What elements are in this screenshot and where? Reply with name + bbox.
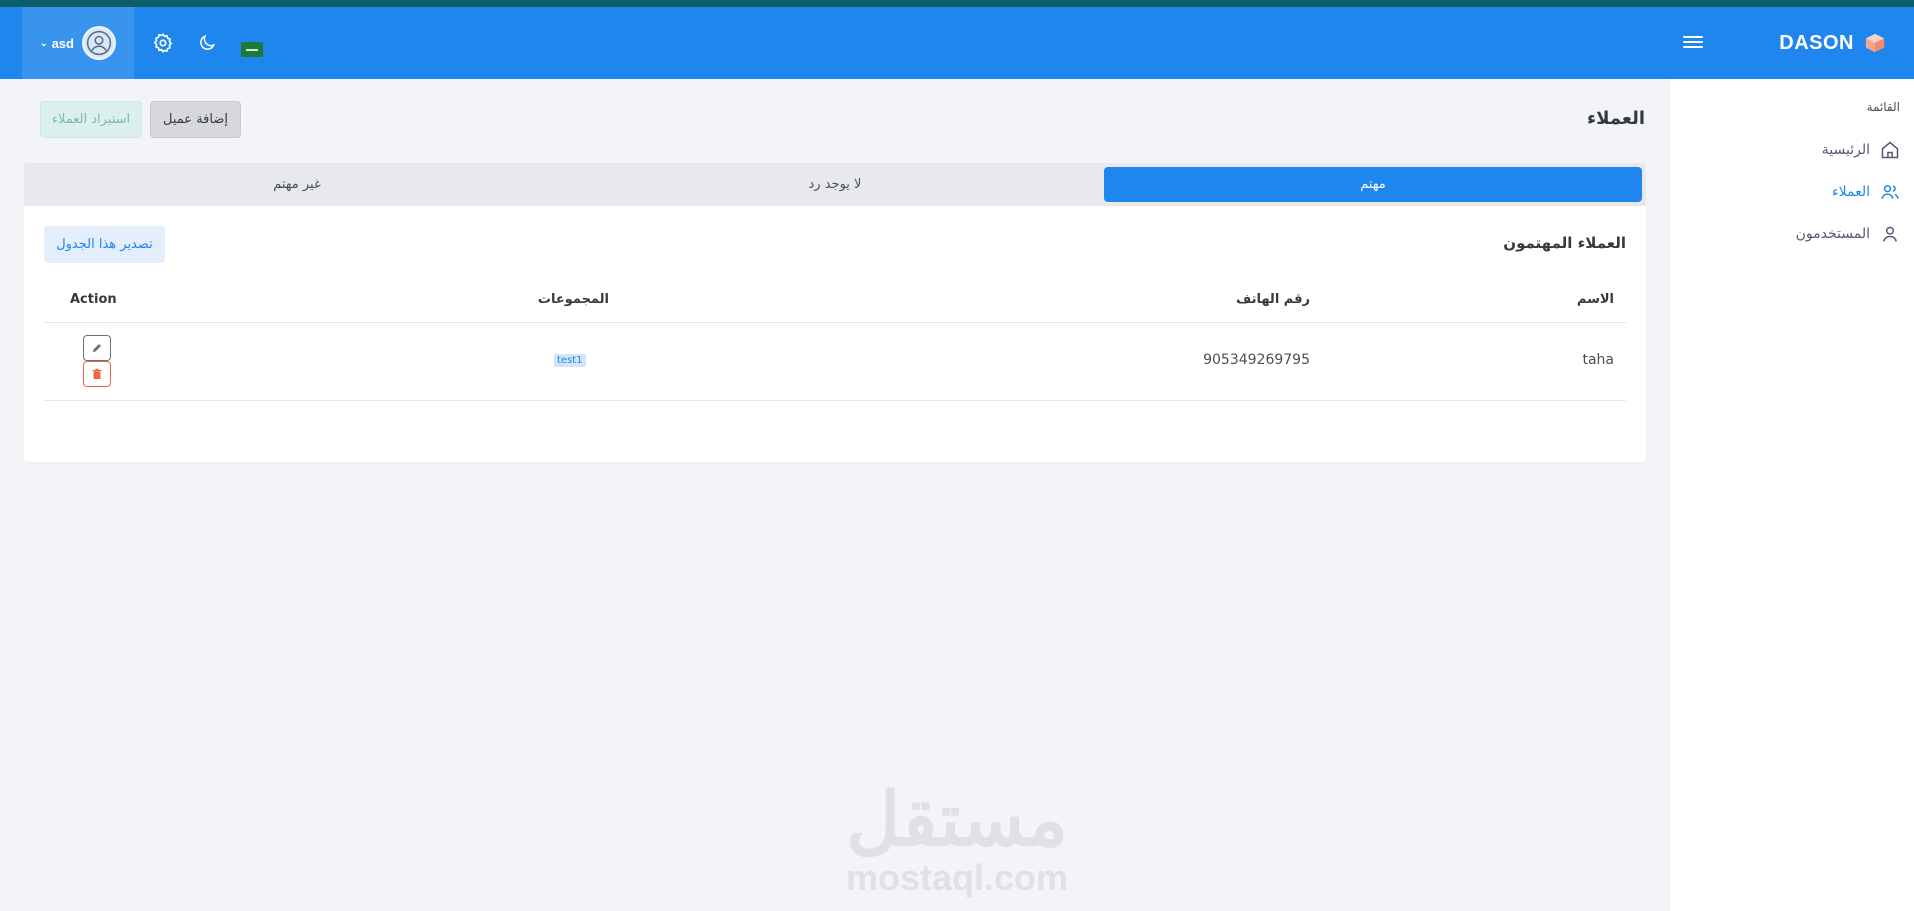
sidebar-item-label: الرئيسية (1821, 142, 1870, 158)
chevron-down-icon: ⌄ (40, 37, 48, 48)
customers-table-card: العملاء المهتمون تصدير هذا الجدول الاسم … (24, 206, 1646, 462)
avatar (81, 26, 116, 60)
tab-interested[interactable]: مهتم (1104, 167, 1642, 202)
sidebar: القائمة الرئيسية العملاء المستخدمون (1669, 79, 1914, 911)
page-title: العملاء (1586, 108, 1645, 129)
top-navbar: DASON ⌄ asd (0, 7, 1914, 79)
moon-icon[interactable] (194, 30, 220, 56)
home-icon (1881, 141, 1899, 159)
add-customer-button[interactable]: إضافة عميل (150, 101, 241, 138)
user-name: asd (51, 35, 74, 51)
user-name-label: ⌄ asd (40, 36, 74, 51)
tab-not-interested[interactable]: غير مهتم (28, 167, 566, 202)
table-header-divider (44, 322, 1626, 323)
watermark-latin: mostaql.com (845, 857, 1069, 898)
sidebar-menu-title: القائمة (1866, 100, 1900, 114)
card-title: العملاء المهتمون (1503, 234, 1626, 252)
column-header-action: Action (70, 292, 117, 307)
import-customers-button[interactable]: استيراد العملاء (40, 101, 142, 138)
cell-name: taha (1582, 352, 1614, 368)
brand-name: DASON (1779, 31, 1854, 54)
trash-icon (92, 368, 102, 379)
users-icon (1881, 185, 1899, 199)
user-dropdown[interactable]: ⌄ asd (22, 7, 134, 79)
flag-icon[interactable] (241, 42, 263, 57)
tab-no-response[interactable]: لا يوجد رد (566, 167, 1104, 202)
table-row-divider (44, 400, 1626, 401)
sidebar-item-customers[interactable]: العملاء (1832, 180, 1900, 204)
edit-button[interactable] (83, 335, 111, 361)
sidebar-item-label: العملاء (1832, 184, 1870, 200)
sidebar-item-users[interactable]: المستخدمون (1796, 222, 1900, 246)
status-tabs: مهتم لا يوجد رد غير مهتم (24, 163, 1646, 206)
mostaql-watermark: مستقل mostaql.com (841, 780, 1073, 896)
export-table-button[interactable]: تصدير هذا الجدول (44, 226, 165, 263)
gear-icon[interactable] (150, 30, 176, 56)
delete-button[interactable] (83, 361, 111, 387)
column-header-name: الاسم (1576, 292, 1614, 307)
brand-logo[interactable]: DASON (1779, 7, 1886, 79)
sidebar-item-label: المستخدمون (1795, 226, 1870, 242)
group-badge: test1 (554, 354, 586, 367)
user-icon (1883, 226, 1897, 242)
watermark-arabic: مستقل (846, 778, 1068, 861)
sidebar-item-home[interactable]: الرئيسية (1822, 138, 1900, 162)
pencil-icon (93, 344, 101, 352)
menu-icon[interactable] (1683, 33, 1703, 53)
user-avatar-icon (86, 30, 112, 56)
cube-logo-icon (1865, 33, 1885, 53)
top-accent-strip (0, 0, 1914, 7)
column-header-groups: المجموعات (537, 292, 609, 307)
cell-phone: 905349269795 (1203, 352, 1310, 368)
column-header-phone: رقم الهاتف (1236, 292, 1310, 307)
